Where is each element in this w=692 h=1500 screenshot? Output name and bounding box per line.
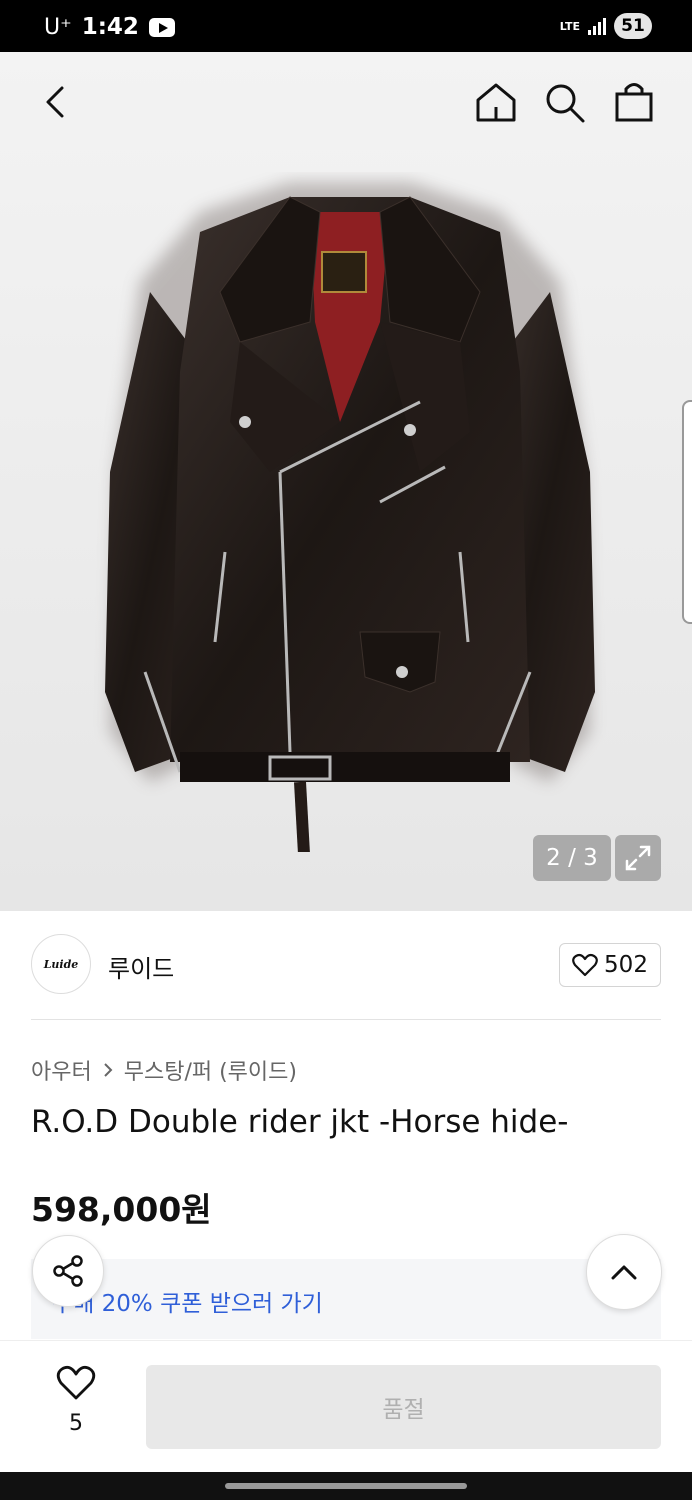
- chevron-left-icon: [46, 86, 64, 118]
- soldout-button[interactable]: 품절: [146, 1365, 661, 1449]
- chevron-right-icon: [104, 1063, 113, 1077]
- product-title: R.O.D Double rider jkt -Horse hide-: [31, 1104, 569, 1140]
- expand-icon: [625, 845, 651, 871]
- breadcrumb-subcategory[interactable]: 무스탕/퍼 (루이드): [124, 1054, 297, 1086]
- scroll-top-button[interactable]: [586, 1234, 662, 1310]
- network-type: LTE: [559, 19, 580, 33]
- share-icon: [53, 1255, 83, 1287]
- brand-logo-text: Luide: [43, 957, 79, 971]
- home-gesture-handle[interactable]: [225, 1483, 467, 1489]
- battery-indicator: 51: [614, 13, 652, 39]
- search-button[interactable]: [542, 80, 586, 124]
- home-button[interactable]: [474, 80, 518, 124]
- clock: 1:42: [81, 14, 139, 40]
- back-button[interactable]: [36, 82, 76, 122]
- wishlist-button[interactable]: 5: [44, 1365, 108, 1445]
- home-icon: [476, 83, 516, 122]
- side-drawer-handle[interactable]: [682, 400, 692, 624]
- youtube-icon: [148, 17, 175, 37]
- status-bar: U⁺ 1:42 LTE 51: [0, 0, 692, 52]
- cart-button[interactable]: [612, 80, 656, 124]
- share-button[interactable]: [32, 1235, 104, 1307]
- shopping-bag-icon: [615, 83, 653, 122]
- bottom-action-bar: 5 품절: [0, 1340, 692, 1473]
- search-icon: [546, 84, 585, 123]
- status-right: LTE 51: [560, 13, 652, 39]
- divider: [31, 1019, 661, 1020]
- brand-like-count: 502: [604, 952, 648, 978]
- carrier: U⁺: [44, 14, 72, 40]
- image-counter: 2 / 3: [533, 835, 611, 881]
- brand-name[interactable]: 루이드: [108, 949, 174, 984]
- heart-icon: [572, 953, 598, 977]
- signal-icon: [588, 17, 606, 35]
- product-gallery[interactable]: 2 / 3: [0, 52, 692, 911]
- brand-logo[interactable]: Luide: [31, 934, 91, 994]
- navigation-bar: [0, 1472, 692, 1500]
- brand-like-button[interactable]: 502: [559, 943, 661, 987]
- breadcrumb: 아우터 무스탕/퍼 (루이드): [31, 1054, 297, 1086]
- expand-image-button[interactable]: [615, 835, 661, 881]
- status-left: U⁺ 1:42: [44, 14, 175, 40]
- brand-row: Luide 루이드 502: [31, 934, 661, 996]
- wishlist-count: 5: [69, 1411, 83, 1436]
- chevron-up-icon: [611, 1265, 637, 1280]
- product-price: 598,000원: [31, 1190, 212, 1229]
- heart-icon: [56, 1365, 96, 1400]
- breadcrumb-category[interactable]: 아우터: [31, 1054, 92, 1086]
- product-image: [105, 182, 595, 852]
